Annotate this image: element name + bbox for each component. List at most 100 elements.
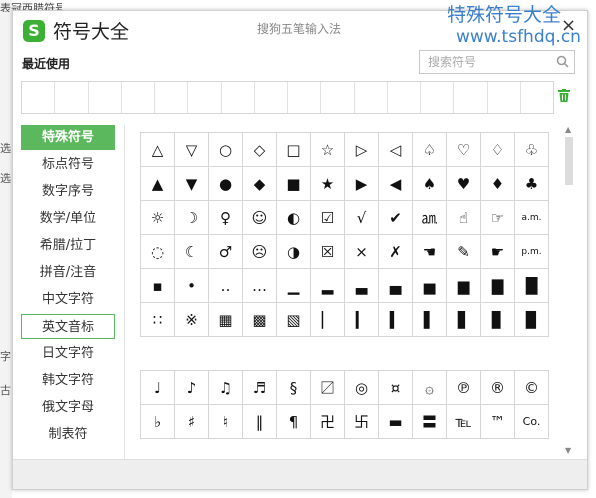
symbol-cell[interactable]: ▩ [243,303,277,337]
symbol-cell[interactable]: ▬ [379,405,413,439]
symbol-cell[interactable]: ♬ [243,371,277,405]
scroll-up-icon[interactable]: ▲ [565,125,571,134]
recent-slot[interactable] [388,82,421,113]
symbol-cell[interactable]: ■ [277,167,311,201]
symbol-cell[interactable]: ♣ [515,167,549,201]
search-input[interactable] [426,51,556,73]
category-item[interactable]: 希腊/拉丁 [21,233,115,258]
category-item[interactable]: 中文字符 [21,287,115,312]
symbol-cell[interactable]: ✎ [447,235,481,269]
symbol-cell[interactable]: ♂ [209,235,243,269]
category-item[interactable]: 俄文字母 [21,395,115,420]
symbol-cell[interactable]: ▋ [447,303,481,337]
category-item[interactable]: 日文字符 [21,341,115,366]
search-box[interactable] [419,50,575,74]
symbol-cell[interactable]: ☛ [481,235,515,269]
recent-slot[interactable] [355,82,388,113]
category-item[interactable]: 拼音/注音 [21,260,115,285]
symbol-cell[interactable]: ☆ [311,133,345,167]
symbol-cell[interactable]: ★ [311,167,345,201]
symbol-cell[interactable]: ▎ [345,303,379,337]
symbol-cell[interactable]: ▦ [209,303,243,337]
symbol-cell[interactable]: § [277,371,311,405]
trash-icon[interactable] [558,89,570,102]
symbol-cell[interactable]: ▃ [345,269,379,303]
recent-slot[interactable] [22,82,56,113]
symbol-cell[interactable]: √ [345,201,379,235]
symbol-cell[interactable]: ‥ [209,269,243,303]
symbol-cell[interactable]: ♀ [209,201,243,235]
recent-slot[interactable] [155,82,189,113]
symbol-cell[interactable]: ☼ [141,201,175,235]
symbol-cell[interactable]: ✗ [379,235,413,269]
symbol-cell[interactable]: ♯ [175,405,209,439]
symbol-cell[interactable]: ◇ [243,133,277,167]
symbol-cell[interactable]: ▍ [379,303,413,337]
recent-slot[interactable] [122,82,155,113]
symbol-cell[interactable]: ♥ [447,167,481,201]
symbol-cell[interactable]: ™ [481,405,515,439]
symbol-cell[interactable]: ☒ [311,235,345,269]
symbol-cell[interactable]: ◑ [277,235,311,269]
symbol-cell[interactable]: ▁ [277,269,311,303]
symbol-cell[interactable]: ▷ [345,133,379,167]
symbol-cell[interactable]: ☝ [447,201,481,235]
symbol-cell[interactable]: □ [277,133,311,167]
symbol-cell[interactable]: ♤ [413,133,447,167]
recent-slot[interactable] [288,82,322,113]
symbol-cell[interactable]: ▏ [311,303,345,337]
symbol-cell[interactable]: ♡ [447,133,481,167]
symbol-cell[interactable]: ▅ [413,269,447,303]
recent-slot[interactable] [488,82,521,113]
recent-slot[interactable] [55,82,89,113]
symbol-cell[interactable]: ☚ [413,235,447,269]
symbol-cell[interactable]: ☺ [243,201,277,235]
symbol-cell[interactable]: ℡ [447,405,481,439]
symbol-cell[interactable]: a.m. [515,201,549,235]
symbol-cell[interactable]: ☹ [243,235,277,269]
symbol-cell[interactable]: ○ [209,133,243,167]
search-icon[interactable] [556,55,569,68]
symbol-cell[interactable]: ◁ [379,133,413,167]
symbol-cell[interactable]: ☑ [311,201,345,235]
symbol-cell[interactable]: ◆ [243,167,277,201]
category-item[interactable]: 数学/单位 [21,206,115,231]
recent-slot[interactable] [222,82,255,113]
symbol-cell[interactable]: 卐 [345,405,379,439]
recent-slot[interactable] [89,82,122,113]
symbol-cell[interactable]: ◐ [277,201,311,235]
symbol-cell[interactable]: ◎ [345,371,379,405]
symbol-cell[interactable]: ☽ [175,201,209,235]
symbol-cell[interactable]: ♦ [481,167,515,201]
recent-slot[interactable] [421,82,455,113]
symbol-cell[interactable]: ♢ [481,133,515,167]
symbol-cell[interactable]: ♫ [209,371,243,405]
scrollbar-thumb[interactable] [565,137,573,185]
category-item[interactable]: 韩文字符 [21,368,115,393]
symbol-cell[interactable]: ◀ [379,167,413,201]
category-item[interactable]: 制表符 [21,422,115,447]
symbol-cell[interactable]: ☾ [175,235,209,269]
symbol-cell[interactable]: ♪ [175,371,209,405]
scrollbar[interactable]: ▲ ▼ [563,125,575,455]
symbol-cell[interactable]: • [175,269,209,303]
category-item[interactable]: 英文音标 [21,314,115,339]
symbol-cell[interactable]: ℗ [447,371,481,405]
symbol-cell[interactable]: Co. [515,405,549,439]
symbol-cell[interactable]: ◌ [141,235,175,269]
symbol-cell[interactable]: ▶ [345,167,379,201]
scroll-down-icon[interactable]: ▼ [565,446,571,455]
symbol-cell[interactable]: ♩ [141,371,175,405]
symbol-cell[interactable]: © [515,371,549,405]
symbol-cell[interactable]: ® [481,371,515,405]
symbol-cell[interactable]: ♭ [141,405,175,439]
symbol-cell[interactable]: ▆ [447,269,481,303]
recent-slot[interactable] [521,82,553,113]
recent-slot[interactable] [255,82,288,113]
symbol-cell[interactable]: ∷ [141,303,175,337]
symbol-cell[interactable]: ♧ [515,133,549,167]
symbol-cell[interactable]: ▪ [141,269,175,303]
symbol-cell[interactable]: ▧ [277,303,311,337]
category-item[interactable]: 特殊符号 [21,125,115,150]
symbol-cell[interactable]: ● [209,167,243,201]
